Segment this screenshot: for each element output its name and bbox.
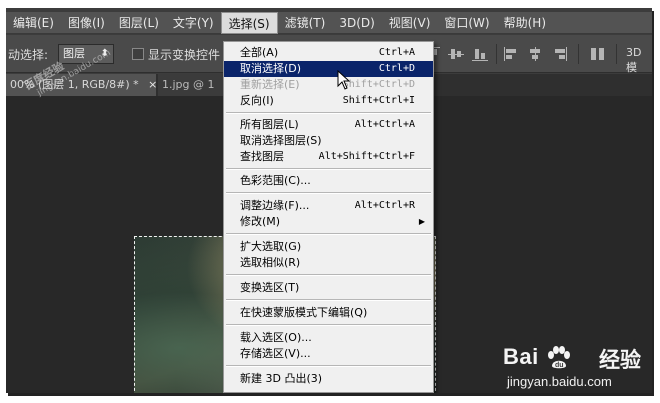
menu-item-grow[interactable]: 扩大选取(G)	[224, 239, 433, 255]
align-bottom-icon[interactable]	[472, 47, 488, 61]
menu-item-label: 重新选择(E)	[240, 78, 300, 91]
auto-align-icon[interactable]	[590, 47, 606, 61]
menu-item-deselect-layers[interactable]: 取消选择图层(S)	[224, 133, 433, 149]
menu-item-label: 取消选择图层(S)	[240, 134, 322, 147]
options-separator	[496, 44, 497, 64]
menu-item-all-layers[interactable]: 所有图层(L) Alt+Ctrl+A	[224, 117, 433, 133]
svg-text:du: du	[555, 362, 564, 369]
menu-separator	[226, 274, 431, 276]
menu-item-shortcut: Alt+Ctrl+A	[354, 119, 415, 130]
baidu-logo-text: Bai	[503, 344, 539, 369]
menu-item-reselect[interactable]: 重新选择(E) Shift+Ctrl+D	[224, 77, 433, 93]
menu-item-quick-mask[interactable]: 在快速蒙版模式下编辑(Q)	[224, 305, 433, 321]
align-right-icon[interactable]	[552, 47, 568, 61]
menu-item-new-3d-extrusion[interactable]: 新建 3D 凸出(3)	[224, 371, 433, 387]
menu-item-shortcut: Ctrl+D	[378, 63, 415, 74]
menu-edit[interactable]: 编辑(E)	[6, 12, 61, 34]
menu-item-load-selection[interactable]: 载入选区(O)...	[224, 330, 433, 346]
menu-item-shortcut: Shift+Ctrl+D	[342, 79, 415, 90]
close-icon[interactable]: ×	[148, 78, 156, 91]
menu-3d[interactable]: 3D(D)	[332, 12, 381, 34]
menu-item-label: 变换选区(T)	[240, 281, 300, 294]
menu-separator	[226, 192, 431, 194]
mouse-cursor-icon	[337, 70, 351, 90]
menu-item-shortcut: Ctrl+A	[378, 47, 415, 58]
menu-item-transform-selection[interactable]: 变换选区(T)	[224, 280, 433, 296]
menu-type[interactable]: 文字(Y)	[166, 12, 221, 34]
menu-item-label: 反向(I)	[240, 94, 274, 107]
photoshop-window: 编辑(E) 图像(I) 图层(L) 文字(Y) 选择(S) 滤镜(T) 3D(D…	[6, 8, 652, 393]
menu-item-label: 色彩范围(C)...	[240, 174, 311, 187]
jingyan-text: 经验	[599, 348, 641, 372]
options-separator	[578, 44, 579, 64]
align-hcenter-icon[interactable]	[528, 47, 544, 61]
align-vcenter-icon[interactable]	[448, 47, 464, 61]
options-separator	[616, 44, 617, 64]
menu-item-label: 在快速蒙版模式下编辑(Q)	[240, 306, 368, 319]
menu-item-find-layers[interactable]: 查找图层 Alt+Shift+Ctrl+F	[224, 149, 433, 165]
show-transform-label: 显示变换控件	[148, 48, 221, 62]
menu-item-label: 新建 3D 凸出(3)	[240, 372, 323, 385]
menu-item-shortcut: Alt+Ctrl+R	[354, 200, 415, 211]
select-menu-dropdown: 全部(A) Ctrl+A 取消选择(D) Ctrl+D 重新选择(E) Shif…	[223, 41, 434, 393]
menu-select[interactable]: 选择(S)	[220, 11, 278, 34]
menu-separator	[226, 299, 431, 301]
menu-layer[interactable]: 图层(L)	[112, 12, 166, 34]
baidu-jingyan-logo: Bai du 经验 jingyan.baidu.com	[503, 344, 653, 394]
align-left-icon[interactable]	[504, 47, 520, 61]
menu-item-label: 存储选区(V)...	[240, 347, 311, 360]
menu-item-label: 调整边缘(F)...	[240, 199, 310, 212]
menu-item-label: 扩大选取(G)	[240, 240, 302, 253]
menu-item-shortcut: Alt+Shift+Ctrl+F	[318, 151, 415, 162]
menu-item-label: 选取相似(R)	[240, 256, 301, 269]
menu-separator	[226, 324, 431, 326]
menu-help[interactable]: 帮助(H)	[497, 12, 553, 34]
menu-separator	[226, 365, 431, 367]
menu-item-label: 修改(M)	[240, 215, 281, 228]
menu-item-inverse[interactable]: 反向(I) Shift+Ctrl+I	[224, 93, 433, 109]
menu-item-modify[interactable]: 修改(M) ▶	[224, 214, 433, 230]
menu-item-color-range[interactable]: 色彩范围(C)...	[224, 173, 433, 189]
3d-mode-label: 3D 模	[626, 46, 642, 74]
menu-item-shortcut: Shift+Ctrl+I	[342, 95, 415, 106]
menu-item-deselect[interactable]: 取消选择(D) Ctrl+D	[224, 61, 433, 77]
menu-separator	[226, 233, 431, 235]
menu-item-similar[interactable]: 选取相似(R)	[224, 255, 433, 271]
tab-title: 1.jpg @ 1	[162, 78, 215, 91]
menu-view[interactable]: 视图(V)	[382, 12, 438, 34]
submenu-arrow-icon: ▶	[418, 217, 425, 226]
menu-filter[interactable]: 滤镜(T)	[278, 12, 333, 34]
menu-item-label: 全部(A)	[240, 46, 279, 59]
menu-item-label: 载入选区(O)...	[240, 331, 312, 344]
menu-separator	[226, 112, 431, 114]
menu-item-select-all[interactable]: 全部(A) Ctrl+A	[224, 45, 433, 61]
menu-item-save-selection[interactable]: 存储选区(V)...	[224, 346, 433, 362]
paw-icon: du	[548, 346, 570, 369]
menu-item-label: 所有图层(L)	[240, 118, 299, 131]
menu-separator	[226, 168, 431, 170]
menu-item-label: 取消选择(D)	[240, 62, 302, 75]
menu-item-label: 查找图层	[240, 150, 284, 163]
menu-item-refine-edge[interactable]: 调整边缘(F)... Alt+Ctrl+R	[224, 198, 433, 214]
menu-window[interactable]: 窗口(W)	[437, 12, 496, 34]
baidu-url: jingyan.baidu.com	[507, 374, 612, 389]
